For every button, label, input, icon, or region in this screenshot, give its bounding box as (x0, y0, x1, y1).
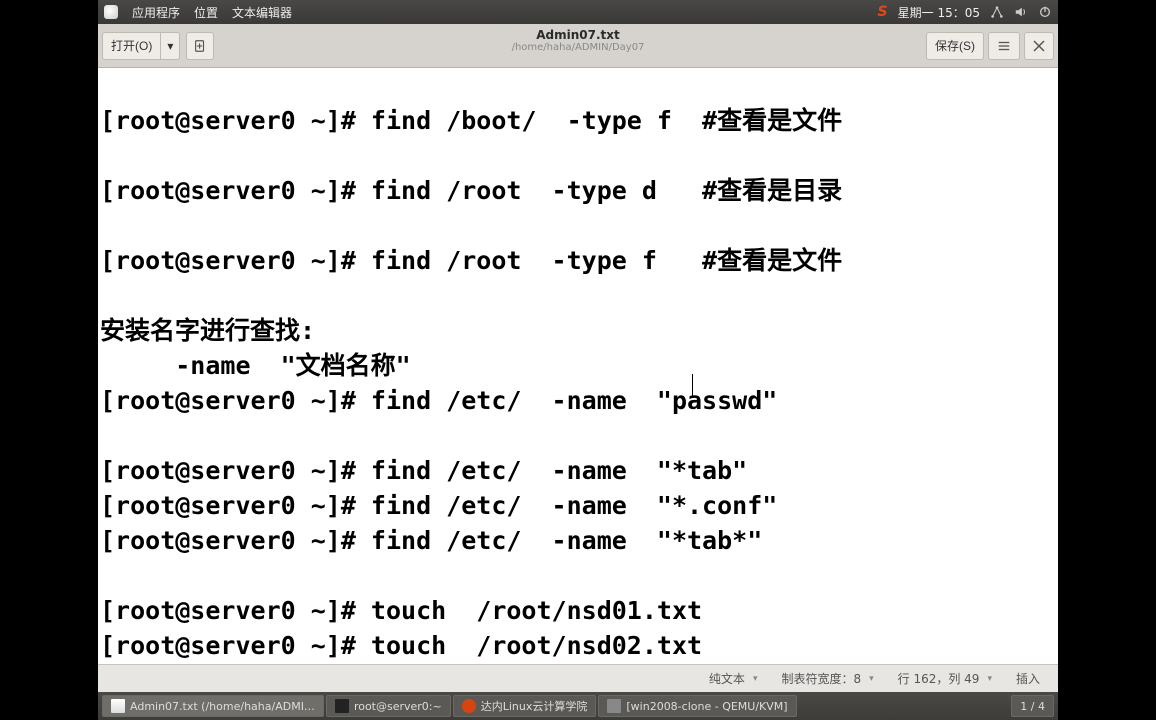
new-document-icon (193, 39, 207, 53)
taskbar-label: root@server0:~ (354, 700, 442, 713)
system-topbar: 应用程序 位置 文本编辑器 S 星期一 15：05 (98, 0, 1058, 24)
editor-content[interactable]: [root@server0 ~]# find /boot/ -type f #查… (98, 68, 1058, 663)
taskbar-item-browser[interactable]: 达内Linux云计算学院 (453, 695, 597, 717)
close-icon (1033, 40, 1045, 52)
editor-area[interactable]: [root@server0 ~]# find /boot/ -type f #查… (98, 68, 1058, 664)
menu-applications[interactable]: 应用程序 (132, 4, 180, 21)
taskbar: Admin07.txt (/home/haha/ADMI… root@serve… (98, 692, 1058, 720)
apps-icon[interactable] (104, 5, 118, 19)
clock[interactable]: 星期一 15：05 (898, 4, 980, 21)
open-dropdown[interactable]: ▾ (161, 32, 180, 60)
text-cursor (692, 374, 693, 398)
taskbar-item-gedit[interactable]: Admin07.txt (/home/haha/ADMI… (102, 695, 324, 717)
document-icon (111, 699, 125, 713)
taskbar-item-qemu[interactable]: [win2008-clone - QEMU/KVM] (598, 695, 796, 717)
qemu-icon (607, 699, 621, 713)
network-icon[interactable] (990, 5, 1004, 19)
menu-places[interactable]: 位置 (194, 4, 218, 21)
close-button[interactable] (1024, 32, 1054, 60)
terminal-icon (335, 699, 349, 713)
hamburger-menu-button[interactable] (988, 32, 1020, 60)
insert-mode[interactable]: 插入 (1006, 670, 1050, 687)
taskbar-label: [win2008-clone - QEMU/KVM] (626, 700, 787, 713)
tray-s-icon[interactable]: S (878, 4, 888, 20)
editor-toolbar: 打开(O) ▾ Admin07.txt /home/haha/ADMIN/Day… (98, 24, 1058, 68)
open-button[interactable]: 打开(O) (102, 32, 161, 60)
firefox-icon (462, 699, 476, 713)
taskbar-item-terminal[interactable]: root@server0:~ (326, 695, 451, 717)
tabwidth-selector[interactable]: 制表符宽度：8 (771, 670, 883, 687)
power-icon[interactable] (1038, 5, 1052, 19)
file-path: /home/haha/ADMIN/Day07 (512, 42, 645, 53)
cursor-position[interactable]: 行 162，列 49 (888, 670, 1002, 687)
file-title: Admin07.txt (512, 28, 645, 42)
new-document-button[interactable] (186, 32, 214, 60)
save-button[interactable]: 保存(S) (926, 32, 984, 60)
hamburger-icon (997, 39, 1011, 53)
syntax-selector[interactable]: 纯文本 (699, 670, 768, 687)
menu-texteditor[interactable]: 文本编辑器 (232, 4, 292, 21)
status-bar: 纯文本 制表符宽度：8 行 162，列 49 插入 (98, 664, 1058, 692)
taskbar-label: 达内Linux云计算学院 (481, 698, 588, 714)
volume-icon[interactable] (1014, 5, 1028, 19)
workspace-pager[interactable]: 1 / 4 (1011, 695, 1054, 717)
taskbar-label: Admin07.txt (/home/haha/ADMI… (130, 700, 315, 713)
